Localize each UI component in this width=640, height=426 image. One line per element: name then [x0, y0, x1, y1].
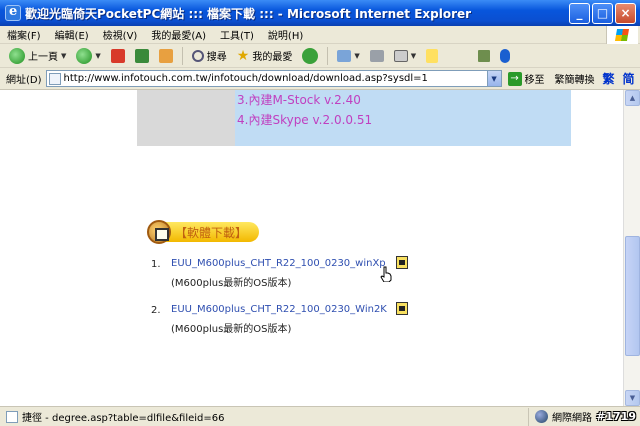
download-link[interactable]: EUU_M600plus_CHT_R22_100_0230_Win2K — [171, 304, 387, 315]
menu-bar: 檔案(F) 編輯(E) 檢視(V) 我的最愛(A) 工具(T) 說明(H) — [0, 26, 640, 44]
forward-arrow-icon — [76, 47, 93, 64]
menu-favorites[interactable]: 我的最愛(A) — [144, 27, 213, 42]
lang-convert-label: 繁簡轉換 — [554, 75, 595, 86]
download-header: 【軟體下載】 — [147, 220, 260, 244]
menu-view[interactable]: 檢視(V) — [96, 27, 145, 42]
standard-toolbar: 上一頁 ▼ ▼ 搜尋 ★ 我的最愛 ▼ ▼ — [0, 44, 640, 68]
page-content: 3.內建M-Stock v.2.40 4.內建Skype v.2.0.0.51 … — [0, 90, 623, 406]
ie-icon — [5, 4, 21, 21]
scroll-down-button[interactable]: ▼ — [625, 390, 640, 406]
chevron-down-icon[interactable]: ▼ — [95, 52, 100, 60]
go-label: 移至 — [524, 75, 545, 86]
simplified-link[interactable]: 简 — [623, 70, 635, 87]
menu-edit[interactable]: 編輯(E) — [48, 27, 96, 42]
vertical-scrollbar[interactable]: ▲ ▼ — [623, 90, 640, 406]
status-bar: 捷徑 - degree.asp?table=dlfile&fileid=66 網… — [0, 406, 640, 426]
note-icon — [426, 48, 439, 63]
back-button[interactable]: 上一頁 ▼ — [6, 46, 69, 66]
home-button[interactable] — [156, 46, 176, 66]
search-icon — [191, 49, 204, 62]
scroll-up-button[interactable]: ▲ — [625, 90, 640, 106]
address-label: 網址(D) — [6, 75, 42, 86]
favorites-label: 我的最愛 — [252, 52, 293, 63]
item-description: (M600plus最新的OS版本) — [171, 324, 292, 335]
item-number: 2. — [151, 305, 161, 316]
mail-icon — [337, 49, 352, 62]
window-title: 歡迎光臨倚天PocketPC網站 ::: 檔案下載 ::: - Microsof… — [25, 6, 472, 21]
search-button[interactable]: 搜尋 — [189, 46, 230, 66]
bluetooth-icon — [500, 48, 511, 63]
address-field[interactable] — [45, 70, 488, 87]
grid-icon — [478, 49, 491, 62]
refresh-icon — [134, 48, 149, 63]
zone-label: 網際網路 — [552, 413, 592, 424]
minimize-button[interactable]: _ — [569, 2, 590, 24]
star-icon: ★ — [236, 47, 250, 64]
download-link[interactable]: EUU_M600plus_CHT_R22_100_0230_winXp — [171, 258, 386, 269]
address-dropdown-button[interactable]: ▼ — [486, 70, 502, 87]
feature-item: 4.內建Skype v.2.0.0.51 — [237, 113, 373, 127]
download-title: 【軟體下載】 — [165, 222, 260, 242]
stop-button[interactable] — [108, 46, 128, 66]
file-download-icon[interactable] — [396, 302, 408, 315]
chevron-down-icon[interactable]: ▼ — [411, 52, 416, 60]
print-button[interactable] — [367, 46, 387, 66]
grey-panel — [137, 90, 235, 146]
print-icon — [369, 49, 384, 62]
watermark: #1719 — [596, 410, 636, 423]
bluetooth-button[interactable] — [497, 46, 513, 66]
favorites-button[interactable]: ★ 我的最愛 — [234, 46, 296, 66]
menu-file[interactable]: 檔案(F) — [0, 27, 48, 42]
refresh-button[interactable] — [132, 46, 152, 66]
download-icon — [147, 220, 171, 244]
home-icon — [158, 48, 173, 63]
traditional-link[interactable]: 繁 — [603, 70, 615, 87]
windows-logo-icon — [606, 26, 638, 44]
globe-icon — [535, 410, 548, 423]
title-bar[interactable]: 歡迎光臨倚天PocketPC網站 ::: 檔案下載 ::: - Microsof… — [0, 0, 640, 26]
edit-icon — [393, 49, 408, 62]
menu-help[interactable]: 說明(H) — [261, 27, 310, 42]
mail-button[interactable]: ▼ — [334, 46, 362, 66]
search-label: 搜尋 — [206, 52, 227, 63]
hand-cursor-icon — [380, 266, 392, 283]
chevron-down-icon[interactable]: ▼ — [61, 52, 66, 60]
feature-panel: 3.內建M-Stock v.2.40 4.內建Skype v.2.0.0.51 — [235, 90, 571, 146]
status-text: 捷徑 - degree.asp?table=dlfile&fileid=66 — [22, 413, 225, 424]
chevron-down-icon[interactable]: ▼ — [354, 52, 359, 60]
toolbar-divider — [181, 46, 183, 65]
forward-button[interactable]: ▼ — [73, 46, 103, 66]
menu-tools[interactable]: 工具(T) — [213, 27, 261, 42]
stop-icon — [110, 48, 125, 63]
page-icon — [6, 410, 18, 423]
research-button[interactable] — [475, 46, 493, 66]
item-number: 1. — [151, 259, 161, 270]
file-download-icon[interactable] — [396, 256, 408, 269]
maximize-button[interactable]: □ — [592, 2, 613, 24]
page-icon — [48, 72, 61, 85]
close-button[interactable]: × — [615, 2, 636, 24]
edit-button[interactable]: ▼ — [391, 46, 419, 66]
history-icon — [302, 47, 319, 64]
scroll-thumb[interactable] — [625, 236, 640, 356]
back-label: 上一頁 — [28, 52, 58, 63]
history-button[interactable] — [299, 46, 321, 66]
address-bar: 網址(D) ▼ → 移至 繁簡轉換 繁 简 — [0, 68, 640, 90]
feature-item: 3.內建M-Stock v.2.40 — [237, 93, 361, 107]
address-input[interactable] — [63, 73, 487, 84]
discuss-button[interactable] — [423, 46, 441, 66]
item-description: (M600plus最新的OS版本) — [171, 278, 292, 289]
toolbar-divider — [327, 46, 329, 65]
window-controls: _ □ × — [569, 2, 636, 24]
go-arrow-icon: → — [507, 71, 522, 86]
back-arrow-icon — [9, 47, 25, 64]
go-button[interactable]: → 移至 — [507, 71, 545, 86]
